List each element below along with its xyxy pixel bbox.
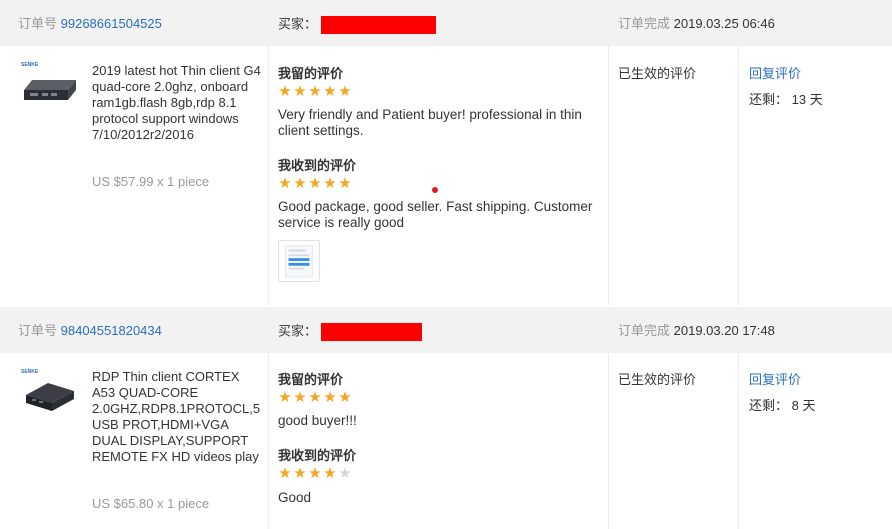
order-content: SENKE 2019 latest hot Thin client G4 qua… xyxy=(0,46,892,305)
star-icon: ★ xyxy=(323,83,337,100)
star-icon: ★ xyxy=(338,83,352,100)
star-icon: ★ xyxy=(308,83,322,100)
order-status-label: 订单完成 xyxy=(618,323,671,338)
review-status: 已生效的评价 xyxy=(618,66,697,81)
order-number-link[interactable]: 99268661504525 xyxy=(61,16,162,31)
order-number-link[interactable]: 98404551820434 xyxy=(61,323,162,338)
received-review-heading: 我收到的评价 xyxy=(278,448,357,463)
my-review-text: good buyer!!! xyxy=(278,413,357,428)
order-card: 订单号 98404551820434 买家： 订单完成 2019.03.20 1… xyxy=(0,307,892,529)
order-header: 订单号 99268661504525 买家： 订单完成 2019.03.25 0… xyxy=(0,0,892,46)
red-dot-marker xyxy=(432,187,438,193)
my-review-text: Very friendly and Patient buyer! profess… xyxy=(278,107,582,138)
order-content: SENKE RDP Thin client CORTEX A53 QUAD-CO… xyxy=(0,353,892,529)
order-card: 订单号 99268661504525 买家： 订单完成 2019.03.25 0… xyxy=(0,0,892,305)
order-number-label: 订单号 xyxy=(18,323,58,338)
received-review-text: Good xyxy=(278,490,312,505)
star-icon: ★ xyxy=(338,465,352,482)
buyer-name-redaction xyxy=(321,16,437,34)
star-icon: ★ xyxy=(338,175,352,192)
order-status-label: 订单完成 xyxy=(618,16,671,31)
star-icon: ★ xyxy=(293,389,307,406)
product-price: US $65.80 x 1 piece xyxy=(92,496,210,511)
my-review-stars: ★ ★ ★ ★ ★ xyxy=(278,389,352,406)
my-review-heading: 我留的评价 xyxy=(278,372,344,387)
buyer: 买家： xyxy=(278,16,437,34)
product-title[interactable]: 2019 latest hot Thin client G4 quad-core… xyxy=(92,63,264,143)
column-divider xyxy=(268,46,269,305)
reply-review-link[interactable]: 回复评价 xyxy=(749,369,801,388)
order-number-label: 订单号 xyxy=(18,16,58,31)
star-icon: ★ xyxy=(278,83,292,100)
remaining-days: 13 天 xyxy=(791,92,823,107)
star-icon: ★ xyxy=(293,175,307,192)
star-icon: ★ xyxy=(278,389,292,406)
buyer-label: 买家： xyxy=(278,16,318,32)
star-icon: ★ xyxy=(293,465,307,482)
product-price: US $57.99 x 1 piece xyxy=(92,174,210,189)
star-icon: ★ xyxy=(338,389,352,406)
star-icon: ★ xyxy=(323,175,337,192)
received-review-heading: 我收到的评价 xyxy=(278,158,357,173)
my-review-stars: ★ ★ ★ ★ ★ xyxy=(278,83,352,100)
order-number: 订单号 99268661504525 xyxy=(18,16,162,31)
star-icon: ★ xyxy=(323,389,337,406)
product-title[interactable]: RDP Thin client CORTEX A53 QUAD-CORE 2.0… xyxy=(92,369,264,465)
star-icon: ★ xyxy=(308,465,322,482)
buyer-label: 买家： xyxy=(278,323,318,339)
column-divider xyxy=(608,46,609,305)
column-divider xyxy=(608,353,609,529)
star-icon: ★ xyxy=(308,389,322,406)
star-icon: ★ xyxy=(293,83,307,100)
remaining-label: 还剩： xyxy=(749,92,789,107)
star-icon: ★ xyxy=(323,465,337,482)
order-status: 订单完成 2019.03.25 06:46 xyxy=(618,16,775,31)
my-review-heading: 我留的评价 xyxy=(278,66,344,81)
column-divider xyxy=(268,353,269,529)
received-review-text: Good package, good seller. Fast shipping… xyxy=(278,199,593,230)
buyer: 买家： xyxy=(278,323,423,341)
product-thumbnail[interactable]: SENKE xyxy=(20,60,78,108)
received-review-stars: ★ ★ ★ ★ ★ xyxy=(278,175,352,192)
remaining-time: 还剩： 13 天 xyxy=(749,89,823,108)
received-review-stars: ★ ★ ★ ★ ★ xyxy=(278,465,352,482)
svg-text:SENKE: SENKE xyxy=(21,369,39,375)
star-icon: ★ xyxy=(278,465,292,482)
review-photo-thumbnail[interactable] xyxy=(278,240,320,282)
star-icon: ★ xyxy=(308,175,322,192)
product-thumbnail[interactable]: SENKE xyxy=(20,367,78,415)
order-number: 订单号 98404551820434 xyxy=(18,323,162,338)
order-completed-time: 2019.03.20 17:48 xyxy=(673,323,775,338)
remaining-days: 8 天 xyxy=(791,398,816,413)
column-divider xyxy=(738,46,739,305)
review-status: 已生效的评价 xyxy=(618,372,697,387)
order-completed-time: 2019.03.25 06:46 xyxy=(673,16,775,31)
column-divider xyxy=(738,353,739,529)
remaining-label: 还剩： xyxy=(749,398,789,413)
buyer-name-redaction xyxy=(321,323,423,341)
svg-text:SENKE: SENKE xyxy=(21,62,39,68)
order-status: 订单完成 2019.03.20 17:48 xyxy=(618,323,775,338)
reply-review-link[interactable]: 回复评价 xyxy=(749,63,801,82)
star-icon: ★ xyxy=(278,175,292,192)
remaining-time: 还剩： 8 天 xyxy=(749,395,815,414)
order-header: 订单号 98404551820434 买家： 订单完成 2019.03.20 1… xyxy=(0,307,892,353)
